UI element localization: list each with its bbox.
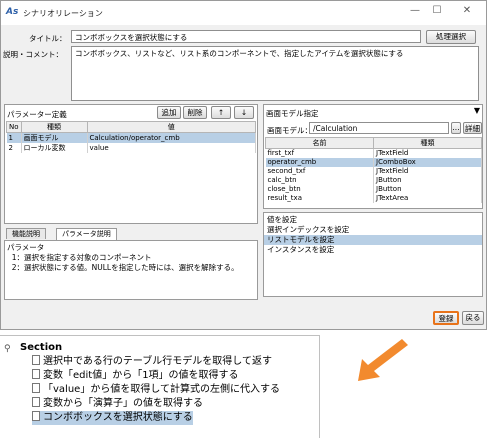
model-input[interactable]: /Calculation <box>309 122 449 134</box>
cell-name: second_txf <box>265 166 374 176</box>
cell-no: 2 <box>6 143 22 153</box>
list-item[interactable]: インスタンスを設定 <box>264 245 482 255</box>
component-table: 名前 種類 first_txf JTextField operator_cmb … <box>265 137 482 203</box>
tree-item-label: 変数「edit値」から「1項」の値を取得する <box>43 370 239 381</box>
desc-line: パラメータ <box>7 243 45 252</box>
model-label: 画面モデル： <box>267 126 312 135</box>
col-name[interactable]: 名前 <box>265 137 374 149</box>
chevron-down-icon[interactable]: ▼ <box>474 106 480 115</box>
section-tree: ⚲ Section 選択中である行のテーブル行モデルを取得して返す 変数「edi… <box>0 335 320 438</box>
cell-kind: JTextArea <box>373 193 482 203</box>
cell-kind: JButton <box>373 175 482 185</box>
document-icon <box>32 383 40 393</box>
table-row[interactable]: second_txf JTextField <box>265 166 482 176</box>
cell-type: ローカル変数 <box>21 143 88 153</box>
move-up-button[interactable]: ↑ <box>211 106 231 119</box>
tree-item[interactable]: 選択中である行のテーブル行モデルを取得して返す <box>32 355 272 369</box>
window-title: シナリオリレーション <box>23 9 103 18</box>
table-row[interactable]: first_txf JTextField <box>265 148 482 158</box>
cell-value: value <box>87 143 257 153</box>
document-icon <box>32 369 40 379</box>
desc-line: 2：選択状態にする値。NULLを指定した時には、選択を解除する。 <box>7 263 239 272</box>
table-row[interactable]: close_btn JButton <box>265 184 482 194</box>
tree-item[interactable]: 変数「edit値」から「1項」の値を取得する <box>32 369 239 383</box>
tree-item[interactable]: 「value」から値を取得して計算式の左側に代入する <box>32 383 280 397</box>
tree-item-label: 「value」から値を取得して計算式の左側に代入する <box>43 384 281 395</box>
register-button[interactable]: 登録 <box>433 311 459 325</box>
scenario-relation-window: As シナリオリレーション — ☐ ✕ タイトル： コンボボックスを選択状態にす… <box>0 0 487 330</box>
parameter-description-text: パラメータ 1：選択を指定する対象のコンポーネント 2：選択状態にする値。NUL… <box>4 240 258 300</box>
title-bar: As シナリオリレーション — ☐ ✕ <box>1 1 486 25</box>
cell-kind: JButton <box>373 184 482 194</box>
table-row[interactable]: calc_btn JButton <box>265 175 482 185</box>
cell-value: Calculation/operator_cmb <box>87 132 257 143</box>
maximize-icon[interactable]: ☐ <box>427 5 447 21</box>
model-header: 画面モデル指定 <box>266 109 319 118</box>
description-label: 説明・コメント： <box>3 50 63 59</box>
tree-item-label: 変数から「演算子」の値を取得する <box>43 398 203 409</box>
detail-button[interactable]: 詳細 <box>463 122 482 134</box>
model-panel: 画面モデル指定 ▼ 画面モデル： /Calculation ... 詳細 名前 … <box>263 104 483 209</box>
col-kind[interactable]: 種類 <box>373 137 482 149</box>
tab-parameter-description[interactable]: パラメータ説明 <box>56 228 117 240</box>
title-label: タイトル： <box>29 34 67 43</box>
tree-item-selected[interactable]: コンボボックスを選択状態にする <box>32 411 193 425</box>
close-icon[interactable]: ✕ <box>457 5 477 21</box>
description-tabs: 機能説明 パラメータ説明 パラメータ 1：選択を指定する対象のコンポーネント 2… <box>4 228 258 308</box>
arrow-annotation-icon <box>358 339 408 381</box>
app-logo-icon: As <box>6 7 19 17</box>
cell-kind: JTextField <box>373 166 482 176</box>
cell-name: result_txa <box>265 193 374 203</box>
tab-function-description[interactable]: 機能説明 <box>6 228 46 239</box>
title-input[interactable]: コンボボックスを選択状態にする <box>71 30 421 43</box>
desc-line: 1：選択を指定する対象のコンポーネント <box>7 253 152 262</box>
tree-toggle-icon[interactable]: ⚲ <box>4 344 11 354</box>
description-textarea[interactable]: コンボボックス、リストなど、リスト系のコンポーネントで、指定したアイテムを選択状… <box>71 46 479 101</box>
table-row[interactable]: 1 画面モデル Calculation/operator_cmb <box>6 132 257 143</box>
tree-item-label: 選択中である行のテーブル行モデルを取得して返す <box>43 356 272 367</box>
cell-name: operator_cmb <box>265 157 374 167</box>
minimize-icon[interactable]: — <box>405 5 425 21</box>
process-select-button[interactable]: 処理選択 <box>426 30 476 44</box>
back-button[interactable]: 戻る <box>462 311 484 325</box>
parameter-table: No 種類 値 1 画面モデル Calculation/operator_cmb… <box>6 121 257 153</box>
list-item[interactable]: リストモデルを設定 <box>264 235 482 245</box>
tree-item[interactable]: 変数から「演算子」の値を取得する <box>32 397 203 411</box>
move-down-button[interactable]: ↓ <box>234 106 254 119</box>
delete-button[interactable]: 削除 <box>183 106 207 119</box>
table-row[interactable]: 2 ローカル変数 value <box>6 143 257 153</box>
tree-item-label: コンボボックスを選択状態にする <box>43 412 193 423</box>
method-list: 値を設定 選択インデックスを設定 リストモデルを設定 インスタンスを設定 <box>263 212 483 297</box>
col-no[interactable]: No <box>6 121 22 133</box>
table-row[interactable]: result_txa JTextArea <box>265 193 482 203</box>
cell-kind: JTextField <box>373 148 482 158</box>
cell-name: first_txf <box>265 148 374 158</box>
parameter-header: パラメーター定義 <box>7 110 67 119</box>
document-icon <box>32 355 40 365</box>
col-value[interactable]: 値 <box>86 121 257 133</box>
add-button[interactable]: 追加 <box>157 106 181 119</box>
parameter-panel: パラメーター定義 追加 削除 ↑ ↓ No 種類 値 1 画面モデル Calcu… <box>4 104 258 224</box>
cell-name: close_btn <box>265 184 374 194</box>
list-item[interactable]: 値を設定 <box>264 215 482 225</box>
list-item[interactable]: 選択インデックスを設定 <box>264 225 482 235</box>
document-icon <box>32 397 40 407</box>
cell-kind: JComboBox <box>373 157 482 167</box>
cell-type: 画面モデル <box>21 132 88 143</box>
document-icon <box>32 411 40 421</box>
cell-name: calc_btn <box>265 175 374 185</box>
tree-root-label[interactable]: Section <box>20 342 62 353</box>
col-type[interactable]: 種類 <box>20 121 88 133</box>
table-row[interactable]: operator_cmb JComboBox <box>265 157 482 167</box>
cell-no: 1 <box>6 132 22 143</box>
browse-button[interactable]: ... <box>451 122 461 134</box>
